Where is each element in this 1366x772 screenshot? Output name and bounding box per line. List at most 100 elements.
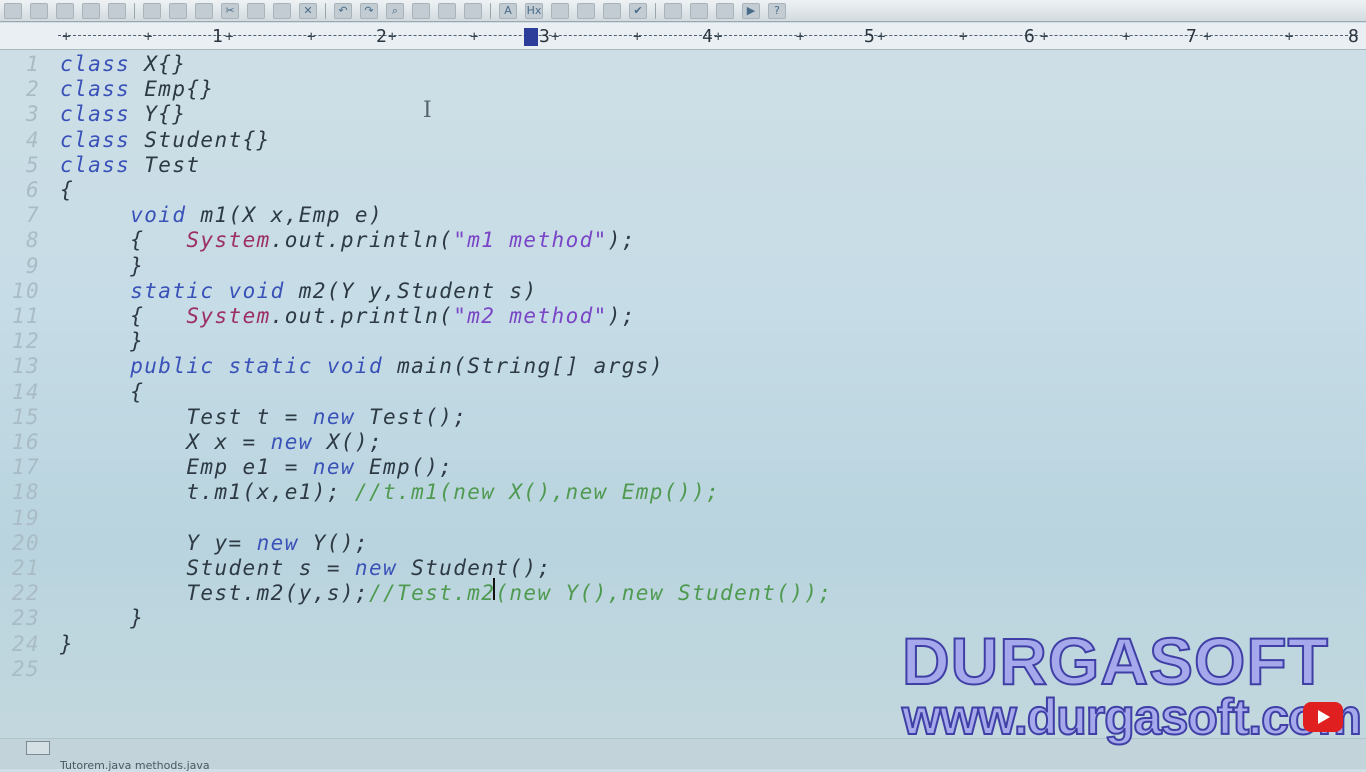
status-box	[26, 741, 50, 755]
window-cascade-icon[interactable]	[716, 2, 734, 19]
ruler-tick: +	[633, 29, 642, 45]
spellcheck-icon[interactable]	[195, 2, 213, 19]
save-icon[interactable]	[56, 2, 74, 19]
line-number: 25	[11, 656, 40, 681]
print-icon[interactable]	[143, 2, 161, 19]
code-line[interactable]: 8 { System.out.println("m1 method");	[0, 228, 1366, 253]
replace-icon[interactable]	[412, 2, 430, 19]
code-text: t.m1(x,e1); //t.m1(new X(),new Emp());	[60, 480, 721, 505]
run-icon[interactable]: ▶	[742, 2, 760, 19]
ruler-tick: +	[225, 29, 234, 45]
print-preview-icon[interactable]	[169, 2, 187, 19]
toolbar-separator	[325, 2, 326, 19]
code-text: { System.out.println("m2 method");	[60, 304, 636, 328]
toolbar-separator	[490, 2, 491, 19]
goto-icon[interactable]	[464, 2, 482, 19]
code-line[interactable]: 1 class X{}	[0, 52, 1366, 77]
file-tabs[interactable]: Tutorem.java methods.java	[60, 759, 210, 772]
toolbar: ✂ ✕ ↶ ↷ ⌕ A Hx ✔ ▶?	[0, 0, 1366, 22]
code-line[interactable]: 12 }	[0, 329, 1366, 354]
delete-icon[interactable]: ✕	[299, 2, 317, 19]
find-icon[interactable]: ⌕	[386, 2, 404, 19]
ruler: 1 2 3 4 5 6 7 8 + + + + + + + + + + + + + + + +	[0, 23, 1366, 50]
line-number: 5	[25, 152, 40, 177]
code-text: X x = new X();	[60, 430, 384, 454]
copy-icon[interactable]	[247, 2, 265, 19]
code-line[interactable]: 14 {	[0, 380, 1366, 405]
code-line[interactable]: 6{	[0, 178, 1366, 203]
line-number: 9	[25, 253, 40, 278]
line-number: 14	[11, 379, 40, 404]
line-number: 22	[11, 581, 40, 606]
youtube-icon	[1303, 702, 1343, 732]
toolbar-separator	[655, 2, 656, 19]
ruler-tick: +	[62, 29, 71, 45]
cut-icon[interactable]: ✂	[221, 2, 239, 19]
code-line[interactable]: 15 Test t = new Test();	[0, 405, 1366, 430]
ruler-tick: +	[551, 29, 560, 45]
code-line[interactable]: 10 static void m2(Y y,Student s)	[0, 279, 1366, 304]
wordwrap-icon[interactable]	[577, 2, 595, 19]
window-tile-icon[interactable]	[690, 2, 708, 19]
ruler-number: 6	[1024, 26, 1035, 47]
line-number: 2	[25, 77, 40, 102]
code-text: Test t = new Test();	[60, 404, 468, 429]
ruler-tick: +	[714, 29, 723, 45]
hex-icon[interactable]: Hx	[525, 2, 543, 19]
ruler-tick: +	[1040, 29, 1049, 45]
ruler-number: 5	[864, 26, 875, 47]
list-icon[interactable]	[603, 2, 621, 19]
help-icon[interactable]: ?	[768, 2, 786, 19]
code-text: Y y= new Y();	[60, 530, 369, 555]
code-text: {	[60, 379, 145, 404]
line-number: 24	[11, 631, 40, 656]
paste-icon[interactable]	[273, 2, 291, 19]
code-text: { System.out.println("m1 method");	[60, 228, 636, 253]
code-line[interactable]: 16 X x = new X();	[0, 430, 1366, 455]
checkmark-icon[interactable]: ✔	[629, 2, 647, 19]
ruler-tick: +	[796, 29, 805, 45]
line-number: 13	[11, 354, 40, 379]
code-text: }	[60, 253, 145, 278]
code-text: }	[60, 606, 145, 631]
line-number: 1	[25, 52, 40, 76]
ruler-number: 4	[702, 26, 713, 47]
code-line[interactable]: 11 { System.out.println("m2 method");	[0, 304, 1366, 329]
window-icon[interactable]	[664, 2, 682, 19]
ruler-column-marker	[524, 28, 538, 46]
code-line[interactable]: 13 public static void main(String[] args…	[0, 354, 1366, 379]
ruler-tick: +	[307, 29, 316, 45]
watermark-title: DURGASOFT	[901, 624, 1329, 698]
code-line[interactable]: 20 Y y= new Y();	[0, 531, 1366, 556]
code-line[interactable]: 4 class Student{}	[0, 128, 1366, 153]
code-line[interactable]: 7 void m1(X x,Emp e)	[0, 203, 1366, 228]
redo-icon[interactable]: ↷	[360, 2, 378, 19]
font-size-icon[interactable]: A	[499, 2, 517, 19]
code-line[interactable]: 3 class Y{}	[0, 102, 1366, 127]
new-icon[interactable]	[4, 2, 22, 19]
code-text: public static void main(String[] args)	[130, 354, 664, 379]
undo-icon[interactable]: ↶	[334, 2, 352, 19]
code-text: }	[60, 329, 145, 354]
code-line[interactable]: 2 class Emp{}	[0, 77, 1366, 102]
save-all-icon[interactable]	[82, 2, 100, 19]
code-line[interactable]: 22 Test.m2(y,s);//Test.m2(new Y(),new St…	[0, 581, 1366, 606]
open-icon[interactable]	[30, 2, 48, 19]
code-line[interactable]: 5 class Test	[0, 153, 1366, 178]
code-text: Student s = new Student();	[60, 556, 552, 580]
code-text: class Test	[60, 152, 201, 177]
ruler-tick: +	[1203, 29, 1212, 45]
code-text: Test.m2(y,s);//Test.m2(new Y(),new Stude…	[60, 581, 833, 606]
code-text: class X{}	[60, 52, 187, 76]
code-line[interactable]: 21 Student s = new Student();	[0, 556, 1366, 581]
code-line[interactable]: 9 }	[0, 254, 1366, 279]
column-icon[interactable]	[551, 2, 569, 19]
ruler-tick: +	[470, 29, 479, 45]
toolbar-separator	[134, 2, 135, 19]
code-text: class Y{}	[60, 102, 187, 127]
close-file-icon[interactable]	[108, 2, 126, 19]
code-line[interactable]: 17 Emp e1 = new Emp();	[0, 455, 1366, 480]
code-line[interactable]: 18 t.m1(x,e1); //t.m1(new X(),new Emp())…	[0, 480, 1366, 505]
find-in-files-icon[interactable]	[438, 2, 456, 19]
code-line[interactable]: 19	[0, 506, 1366, 531]
